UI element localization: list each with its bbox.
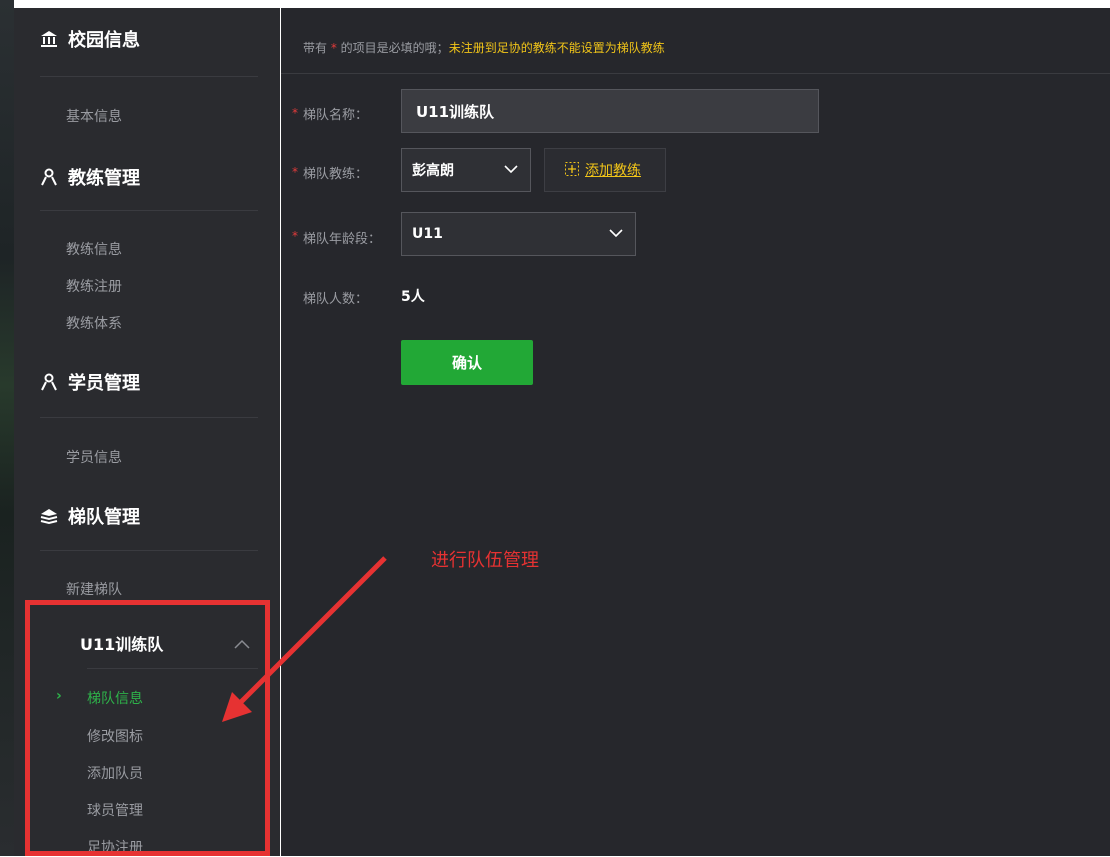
chevron-down-icon — [609, 229, 623, 238]
section-title-team: 梯队管理 — [68, 507, 140, 528]
sidebar-item-coach-register[interactable]: 教练注册 — [66, 276, 122, 296]
background-photo-strip — [0, 0, 14, 856]
team-count-label: 梯队人数： — [303, 292, 369, 307]
annotation-text: 进行队伍管理 — [431, 550, 539, 571]
divider — [40, 210, 258, 211]
divider — [40, 417, 258, 418]
sidebar-section-student[interactable]: 学员管理 — [40, 367, 140, 397]
team-count-value: 5人 — [401, 289, 425, 305]
layers-icon — [40, 507, 58, 525]
age-group-value: U11 — [412, 226, 443, 242]
team-coach-label: 梯队教练： — [303, 167, 369, 182]
main-panel — [281, 8, 1110, 856]
add-coach-label: 添加教练 — [585, 163, 641, 179]
add-coach-button[interactable]: 添加教练 — [544, 148, 666, 192]
sidebar-section-team[interactable]: 梯队管理 — [40, 501, 140, 531]
add-icon — [565, 161, 579, 180]
notice-prefix: 带有 — [303, 41, 328, 55]
required-notice: 带有 * 的项目是必填的哦；未注册到足协的教练不能设置为梯队教练 — [303, 39, 665, 56]
sidebar-section-campus[interactable]: 校园信息 — [40, 24, 140, 54]
user-icon — [40, 373, 58, 391]
sidebar-item-new-team[interactable]: 新建梯队 — [66, 579, 122, 599]
sidebar-item-coach-info[interactable]: 教练信息 — [66, 239, 122, 259]
age-group-select[interactable]: U11 — [401, 212, 636, 256]
notice-warning: 未注册到足协的教练不能设置为梯队教练 — [448, 41, 665, 55]
team-age-label: 梯队年龄段： — [303, 232, 382, 247]
required-mark: * — [292, 106, 298, 120]
bank-icon — [40, 30, 58, 48]
required-mark: * — [292, 165, 298, 179]
coach-select-value: 彭高朗 — [412, 163, 454, 179]
sidebar-item-basic-info[interactable]: 基本信息 — [66, 106, 122, 126]
sidebar-item-coach-system[interactable]: 教练体系 — [66, 313, 122, 333]
divider — [40, 550, 258, 551]
header-divider — [281, 73, 1110, 74]
required-mark: * — [292, 229, 298, 243]
confirm-button[interactable]: 确认 — [401, 340, 533, 385]
sidebar-item-student-info[interactable]: 学员信息 — [66, 447, 122, 467]
section-title-coach: 教练管理 — [68, 168, 140, 189]
chevron-down-icon — [504, 165, 518, 174]
notice-star: * — [330, 41, 337, 55]
team-name-label: 梯队名称： — [303, 108, 369, 123]
coach-select[interactable]: 彭高朗 — [401, 148, 531, 192]
section-title-student: 学员管理 — [68, 373, 140, 394]
user-icon — [40, 168, 58, 186]
annotation-highlight-box — [25, 600, 270, 856]
divider — [40, 76, 258, 77]
notice-middle: 的项目是必填的哦； — [340, 41, 449, 55]
team-name-input[interactable]: U11训练队 — [401, 89, 819, 133]
sidebar-section-coach[interactable]: 教练管理 — [40, 162, 140, 192]
section-title-campus: 校园信息 — [68, 30, 140, 51]
